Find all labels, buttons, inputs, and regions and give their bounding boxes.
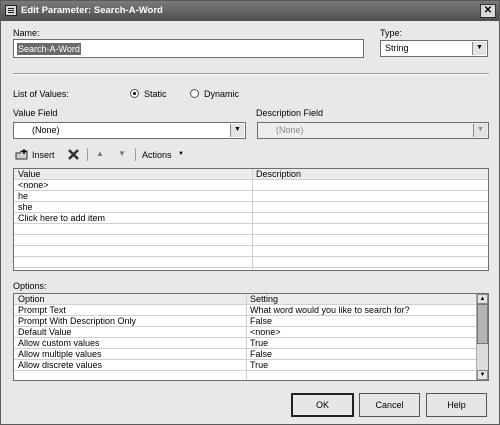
- table-row[interactable]: <none>: [14, 180, 488, 191]
- empty-row: [14, 235, 488, 246]
- move-down-icon[interactable]: ▼: [118, 149, 126, 158]
- type-select-value: String: [385, 43, 409, 53]
- name-input-value: Search-A-Word: [17, 43, 81, 55]
- scroll-up-icon[interactable]: ▲: [477, 294, 488, 304]
- description-field-label: Description Field: [256, 108, 324, 118]
- column-header-value[interactable]: Value: [14, 169, 252, 180]
- static-radio-label: Static: [144, 89, 167, 99]
- close-icon[interactable]: ✕: [480, 4, 496, 18]
- scrollbar-thumb[interactable]: [477, 304, 488, 344]
- divider: [13, 73, 489, 75]
- window-title: Edit Parameter: Search-A-Word: [21, 5, 163, 16]
- row-description[interactable]: [252, 202, 488, 213]
- edit-parameter-dialog: Edit Parameter: Search-A-Word ✕ Name: Se…: [0, 0, 500, 425]
- row-value[interactable]: <none>: [14, 180, 252, 191]
- value-field-label: Value Field: [13, 108, 58, 118]
- insert-label: Insert: [32, 150, 55, 160]
- toolbar-separator: [135, 148, 136, 161]
- option-name: Allow custom values: [18, 338, 100, 348]
- option-row[interactable]: Allow custom values True: [14, 338, 476, 349]
- row-description[interactable]: [252, 213, 488, 224]
- insert-icon: [15, 149, 28, 160]
- description-field-select-value: (None): [276, 125, 304, 135]
- values-table-header: Value Description: [14, 169, 488, 180]
- option-setting[interactable]: False: [246, 349, 476, 360]
- scroll-down-icon[interactable]: ▼: [477, 370, 488, 380]
- option-setting[interactable]: What word would you like to search for?: [246, 305, 476, 316]
- options-table[interactable]: Option Setting Prompt Text What word wou…: [13, 293, 489, 381]
- table-row[interactable]: she: [14, 202, 488, 213]
- title-bar: Edit Parameter: Search-A-Word ✕: [1, 1, 499, 21]
- move-up-icon[interactable]: ▲: [96, 149, 104, 158]
- options-table-header: Option Setting: [14, 294, 476, 305]
- ok-button[interactable]: OK: [291, 393, 354, 417]
- actions-menu-button[interactable]: Actions ▼: [142, 148, 190, 162]
- chevron-down-icon[interactable]: ▼: [230, 124, 244, 137]
- chevron-down-icon: ▼: [178, 151, 184, 157]
- empty-row: [14, 257, 488, 268]
- option-setting[interactable]: <none>: [246, 327, 476, 338]
- column-divider: [246, 294, 247, 380]
- dialog-icon: [5, 5, 17, 16]
- table-row[interactable]: Click here to add item: [14, 213, 488, 224]
- value-field-select[interactable]: (None) ▼: [13, 122, 246, 139]
- column-header-option[interactable]: Option: [14, 294, 246, 305]
- delete-icon[interactable]: [67, 148, 80, 161]
- option-row[interactable]: Allow multiple values False: [14, 349, 476, 360]
- dynamic-radio-label: Dynamic: [204, 89, 240, 99]
- option-row[interactable]: Allow discrete values True: [14, 360, 476, 371]
- help-button[interactable]: Help: [426, 393, 487, 417]
- row-description[interactable]: [252, 180, 488, 191]
- option-setting[interactable]: True: [246, 338, 476, 349]
- row-description[interactable]: [252, 191, 488, 202]
- value-field-select-value: (None): [32, 125, 60, 135]
- column-divider: [252, 169, 253, 270]
- option-row[interactable]: Prompt With Description Only False: [14, 316, 476, 327]
- option-setting[interactable]: False: [246, 316, 476, 327]
- dynamic-radio[interactable]: [190, 89, 199, 98]
- row-value[interactable]: she: [14, 202, 252, 213]
- chevron-down-icon: ▼: [473, 124, 487, 137]
- type-select[interactable]: String ▼: [380, 40, 488, 57]
- actions-label: Actions: [142, 150, 172, 160]
- static-radio[interactable]: [130, 89, 139, 98]
- option-name: Prompt Text: [18, 305, 66, 315]
- insert-button[interactable]: Insert: [14, 148, 72, 162]
- column-header-setting[interactable]: Setting: [246, 294, 476, 305]
- options-scrollbar[interactable]: ▲ ▼: [476, 294, 488, 380]
- values-table[interactable]: Value Description <none> he she Click he…: [13, 168, 489, 271]
- chevron-down-icon[interactable]: ▼: [472, 42, 486, 55]
- column-header-description[interactable]: Description: [252, 169, 488, 180]
- toolbar-separator: [87, 148, 88, 161]
- empty-row: [14, 246, 488, 257]
- option-name: Allow discrete values: [18, 360, 103, 370]
- options-label: Options:: [13, 281, 47, 291]
- empty-row: [14, 224, 488, 235]
- option-name: Prompt With Description Only: [18, 316, 137, 326]
- option-row[interactable]: Default Value <none>: [14, 327, 476, 338]
- description-field-select: (None) ▼: [257, 122, 489, 139]
- type-label: Type:: [380, 28, 403, 38]
- option-name: Allow multiple values: [18, 349, 102, 359]
- name-input[interactable]: Search-A-Word: [13, 39, 364, 58]
- list-of-values-label: List of Values:: [13, 89, 69, 99]
- cancel-button[interactable]: Cancel: [359, 393, 420, 417]
- option-setting[interactable]: True: [246, 360, 476, 371]
- option-name: Default Value: [18, 327, 72, 337]
- name-label: Name:: [13, 28, 40, 38]
- option-row[interactable]: Prompt Text What word would you like to …: [14, 305, 476, 316]
- add-item-row[interactable]: Click here to add item: [14, 213, 252, 224]
- table-row[interactable]: he: [14, 191, 488, 202]
- row-value[interactable]: he: [14, 191, 252, 202]
